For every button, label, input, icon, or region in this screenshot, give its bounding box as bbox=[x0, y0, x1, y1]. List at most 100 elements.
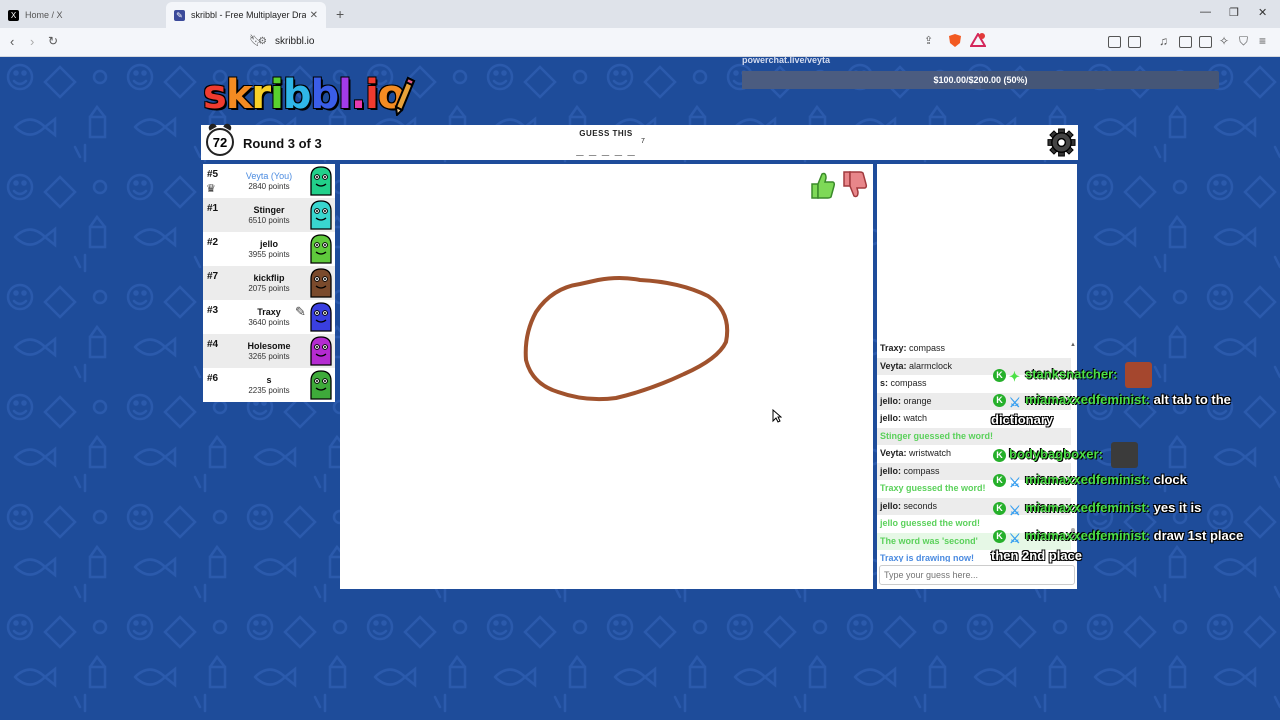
player-list: #5 ♛ Veyta (You) 2840 points #1 Stinger 6510 … bbox=[203, 164, 335, 402]
player-row[interactable]: #5 ♛ Veyta (You) 2840 points bbox=[203, 164, 335, 198]
site-settings-icon[interactable]: ⚙︎ bbox=[258, 36, 267, 47]
logo-letter: s bbox=[203, 72, 227, 118]
overlay-text: alt tab to the bbox=[1153, 392, 1231, 407]
donation-goal-text: $100.00/$200.00 (50%) bbox=[933, 75, 1028, 85]
share-icon[interactable]: ⇪ bbox=[924, 34, 933, 47]
chat-user: jello bbox=[880, 395, 899, 406]
overlay-username: miamaxxedfeminist: bbox=[1025, 472, 1150, 487]
overlay-text: clock bbox=[1153, 472, 1187, 487]
close-window-button[interactable]: ✕ bbox=[1258, 6, 1267, 19]
chat-colon: : bbox=[903, 360, 907, 371]
player-rank: #3 bbox=[207, 305, 219, 316]
sword-badge-icon: ⚔︎ bbox=[1009, 530, 1021, 546]
minimize-button[interactable]: — bbox=[1200, 6, 1211, 18]
guess-label: GUESS THIS bbox=[579, 129, 633, 138]
overlay-chat-message: Kbodybagboxer: bbox=[993, 442, 1138, 468]
player-rank: #5 bbox=[207, 169, 219, 180]
logo-letter: i bbox=[270, 72, 284, 118]
settings-gear-icon[interactable] bbox=[1047, 128, 1076, 157]
stream-channel: powerchat.live/veyta bbox=[742, 55, 831, 65]
address-bar[interactable]: skribbl.io bbox=[275, 36, 314, 47]
chat-user: jello bbox=[880, 465, 899, 476]
player-row[interactable]: #3 Traxy 3640 points ✎ bbox=[203, 300, 335, 334]
overlay-user-avatar bbox=[1110, 442, 1138, 468]
kick-badge-icon: K bbox=[993, 448, 1006, 462]
drawn-ellipse bbox=[523, 276, 730, 402]
overlay-chat-message: K ✦ stanksnatcher: bbox=[993, 362, 1153, 388]
overlay-text-continued: dictionary bbox=[991, 412, 1053, 427]
timer-value: 72 bbox=[212, 134, 228, 150]
overlay-username: stanksnatcher: bbox=[1025, 366, 1118, 382]
tab-title: Home / X bbox=[25, 10, 63, 20]
chat-text: compass bbox=[890, 378, 927, 388]
player-row[interactable]: #2 jello 3955 points bbox=[203, 232, 335, 266]
tab-x-home[interactable]: X Home / X bbox=[0, 2, 166, 28]
logo-letter: b bbox=[310, 72, 340, 118]
player-points: 2075 points bbox=[248, 284, 290, 293]
player-rank: #7 bbox=[207, 271, 219, 282]
menu-icon[interactable]: ≡ bbox=[1259, 34, 1266, 48]
tab-skribbl[interactable]: ✎ skribbl - Free Multiplayer Drawi ✕ bbox=[166, 2, 326, 28]
scroll-up-icon[interactable]: ▲ bbox=[1070, 342, 1076, 348]
player-avatar bbox=[310, 336, 332, 366]
chat-colon: : bbox=[898, 465, 902, 476]
tab-title: skribbl - Free Multiplayer Drawi bbox=[191, 10, 306, 20]
overlay-user-avatar bbox=[1125, 362, 1153, 388]
player-avatar bbox=[310, 166, 332, 196]
player-name: s bbox=[266, 375, 272, 385]
vpn-icon[interactable]: ⛉ bbox=[1239, 34, 1248, 49]
chat-colon: : bbox=[903, 448, 907, 458]
overlay-text: then 2nd place bbox=[991, 548, 1083, 563]
player-points: 3265 points bbox=[248, 352, 290, 361]
player-row[interactable]: #6 s 2235 points bbox=[203, 368, 335, 402]
reload-icon[interactable]: ↻ bbox=[48, 34, 58, 48]
kick-badge-icon: K bbox=[993, 368, 1006, 382]
drawing-canvas[interactable] bbox=[340, 164, 873, 589]
player-row[interactable]: #7 kickflip 2075 points bbox=[203, 266, 335, 300]
player-avatar bbox=[310, 370, 332, 400]
sword-badge-icon: ⚔︎ bbox=[1009, 474, 1021, 490]
pencil-icon bbox=[394, 76, 416, 116]
player-points: 3955 points bbox=[248, 250, 290, 259]
guess-input[interactable] bbox=[879, 565, 1075, 585]
chat-text: wristwatch bbox=[909, 448, 952, 458]
sidebar-icon[interactable] bbox=[1179, 36, 1192, 48]
extensions-icon[interactable] bbox=[1108, 36, 1121, 48]
overlay-chat-message: K ⚔︎ miamaxxedfeminist: draw 1st place bbox=[993, 528, 1244, 546]
chat-text: orange bbox=[903, 395, 932, 406]
logo-letter: b bbox=[282, 72, 312, 118]
rewards-icon[interactable] bbox=[969, 32, 987, 51]
maximize-button[interactable]: ❐ bbox=[1229, 6, 1239, 19]
chat-message: Traxy: compass bbox=[877, 340, 1071, 358]
overlay-text: draw 1st place bbox=[1153, 528, 1244, 543]
player-rank: #6 bbox=[207, 373, 219, 384]
player-rank: #4 bbox=[207, 339, 219, 350]
player-row[interactable]: #4 Holesome 3265 points bbox=[203, 334, 335, 368]
chat-colon: : bbox=[885, 378, 889, 388]
media-icon[interactable]: ♫ bbox=[1159, 34, 1168, 48]
chat-user: jello bbox=[880, 413, 899, 423]
overlay-chat-message: K ⚔︎ miamaxxedfeminist: alt tab to the bbox=[993, 392, 1231, 410]
back-icon[interactable]: ‹ bbox=[10, 34, 14, 49]
chat-text: alarmclock bbox=[909, 360, 953, 371]
kick-badge-icon: K bbox=[993, 530, 1006, 544]
chat-colon: : bbox=[898, 395, 902, 406]
donation-goal-bar: $100.00/$200.00 (50%) bbox=[742, 71, 1219, 89]
timer-clock: 72 bbox=[206, 128, 234, 156]
skribbl-logo: skribbl.io bbox=[203, 72, 405, 118]
wallet-icon[interactable] bbox=[1128, 36, 1141, 48]
new-tab-button[interactable]: + bbox=[336, 6, 344, 22]
brave-shield-icon[interactable] bbox=[948, 33, 962, 51]
overlay-chat-message: K ⚔︎ miamaxxedfeminist: yes it is bbox=[993, 500, 1201, 518]
wallet2-icon[interactable] bbox=[1199, 36, 1212, 48]
close-tab-icon[interactable]: ✕ bbox=[310, 10, 318, 21]
chat-colon: : bbox=[903, 343, 907, 353]
chat-colon: : bbox=[898, 500, 902, 511]
player-name: Holesome bbox=[247, 341, 291, 351]
forward-icon[interactable]: › bbox=[30, 34, 34, 49]
overlay-text-continued: then 2nd place bbox=[991, 548, 1082, 563]
logo-letter: i bbox=[365, 72, 379, 118]
player-avatar bbox=[310, 268, 332, 298]
leo-ai-icon[interactable]: ✧ bbox=[1219, 34, 1229, 48]
player-row[interactable]: #1 Stinger 6510 points bbox=[203, 198, 335, 232]
